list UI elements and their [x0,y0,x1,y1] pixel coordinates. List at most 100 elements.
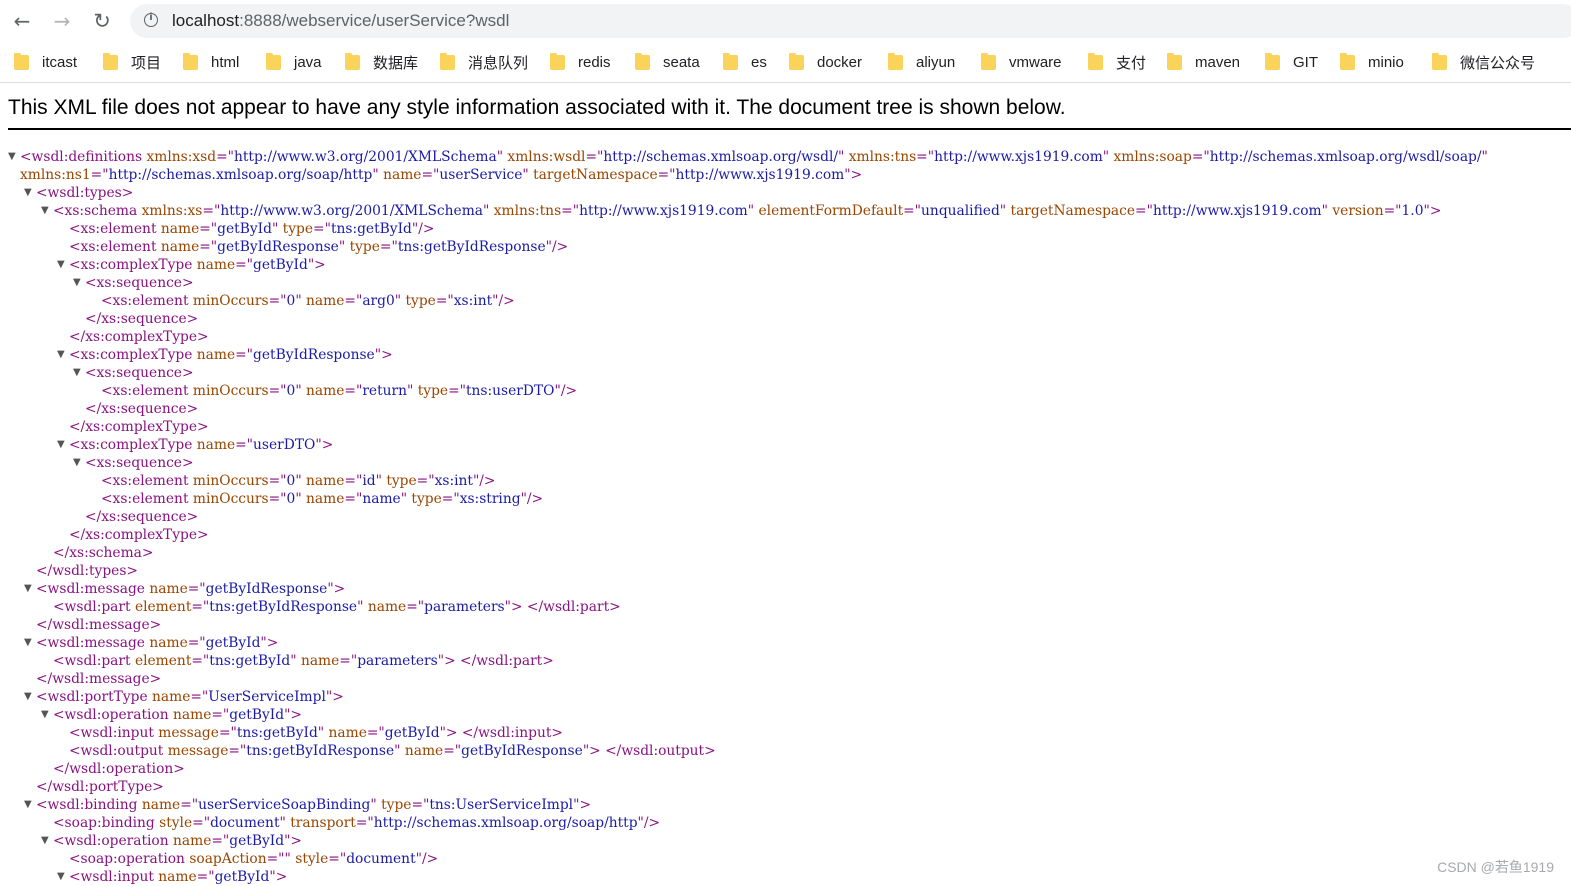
collapse-triangle-icon[interactable]: ▼ [24,580,34,598]
xml-line-text: </wsdl:types> [36,562,138,580]
xml-tag-token: <wsdl:operation [53,833,174,849]
xml-tag-token: "/> [520,491,544,507]
bookmark-item[interactable]: html [183,52,239,72]
bookmark-label: 数据库 [373,54,419,72]
xml-tag-token: <xs:complexType [69,437,197,453]
collapse-triangle-icon[interactable]: ▼ [24,688,34,706]
xml-attr-name: name [306,491,345,507]
xml-tag-token: "/> [415,851,439,867]
reload-icon[interactable]: ↻ [88,7,116,35]
address-bar[interactable]: localhost:8888/webservice/userService?ws… [130,4,1571,38]
xml-tag-token: " [372,167,384,183]
xml-attr-name: message [167,743,229,759]
bookmark-item[interactable]: 数据库 [345,52,418,72]
bookmark-label: seata [663,53,700,71]
xml-tag-token: "> [327,581,346,597]
xml-attr-name: xmlns:xs [141,203,203,219]
xml-attr-value: 0 [286,473,296,489]
bookmark-label: java [294,53,322,71]
xml-attr-value: getById [384,725,440,741]
xml-attr-name: name [160,221,200,237]
xml-line-text: <wsdl:binding name="userServiceSoapBindi… [36,796,591,814]
xml-tag-token: =" [180,797,199,813]
xml-attr-value: http://schemas.xmlsoap.org/soap/http [373,815,638,831]
bookmark-item[interactable]: 微信公众号 [1432,52,1535,72]
xml-attr-name: name [306,383,345,399]
xml-attr-name: style [159,815,193,831]
xml-line-text: </wsdl:message> [36,670,161,688]
bookmark-item[interactable]: itcast [14,52,77,72]
bookmark-item[interactable]: 支付 [1088,52,1146,72]
site-info-icon[interactable] [144,12,158,27]
folder-icon [1167,52,1182,70]
xml-attr-name: type [417,383,449,399]
xml-tag-token: </xs:sequence> [85,401,199,417]
xml-tag-token: =" [218,725,237,741]
xml-tag-token: " [357,599,368,615]
collapse-triangle-icon[interactable]: ▼ [57,868,67,886]
bookmark-label: maven [1195,53,1241,71]
collapse-triangle-icon[interactable]: ▼ [24,796,34,814]
xml-attr-name: minOccurs [192,491,269,507]
xml-line-text: <wsdl:portType name="UserServiceImpl"> [36,688,344,706]
folder-icon [103,52,118,70]
xml-tag-token: =" [266,851,285,867]
xml-attr-value: http://schemas.xmlsoap.org/wsdl/soap/ [1209,149,1482,165]
collapse-triangle-icon[interactable]: ▼ [24,184,34,202]
xml-tag-token: =" [421,167,440,183]
collapse-triangle-icon[interactable]: ▼ [73,454,83,472]
collapse-triangle-icon[interactable]: ▼ [57,346,67,364]
bookmark-item[interactable]: minio [1340,52,1404,72]
bookmark-item[interactable]: redis [550,52,611,72]
xml-attr-name: type [349,239,380,255]
collapse-triangle-icon[interactable]: ▼ [8,148,18,166]
bookmark-item[interactable]: aliyun [888,52,955,72]
xml-attr-value: tns:userDTO [466,383,555,399]
xml-attr-name: name [141,797,181,813]
collapse-triangle-icon[interactable]: ▼ [41,202,51,220]
xml-tag-token: =" [199,221,218,237]
xml-tag-token: <xs:schema [53,203,142,219]
xml-attr-value: userServiceSoapBinding [198,797,371,813]
browser-toolbar: ← → ↻ localhost:8888/webservice/userServ… [0,0,1571,42]
collapse-triangle-icon[interactable]: ▼ [57,436,67,454]
collapse-triangle-icon[interactable]: ▼ [73,274,83,292]
bookmark-item[interactable]: java [266,52,322,72]
xml-attr-name: name [158,869,197,885]
bookmark-item[interactable]: GIT [1265,52,1318,72]
back-arrow-icon[interactable]: ← [8,7,36,35]
xml-attr-value: http://www.xjs1919.com [934,149,1103,165]
xml-attr-value: getById [253,257,308,273]
xml-attr-name: type [386,473,417,489]
xml-attr-value: http://schemas.xmlsoap.org/wsdl/ [603,149,839,165]
collapse-triangle-icon[interactable]: ▼ [41,832,51,850]
collapse-triangle-icon[interactable]: ▼ [24,634,34,652]
xml-line-text: <wsdl:message name="getByIdResponse"> [36,580,345,598]
xml-attr-value: UserServiceImpl [208,689,326,705]
collapse-triangle-icon[interactable]: ▼ [57,256,67,274]
bookmark-item[interactable]: 项目 [103,52,161,72]
xml-attr-value: return [362,383,407,399]
xml-tag-token: " [1102,149,1114,165]
xml-tag-token: =" [235,257,254,273]
bookmark-item[interactable]: maven [1167,52,1240,72]
xml-attr-value: http://www.xjs1919.com [675,167,845,183]
xml-attr-value: tns:getByIdResponse [209,599,358,615]
xml-tag-token: </xs:complexType> [69,329,209,345]
bookmark-item[interactable]: es [723,52,767,72]
bookmark-item[interactable]: seata [635,52,700,72]
xml-tag-token: <xs:sequence> [85,275,194,291]
bookmark-item[interactable]: docker [789,52,862,72]
bookmark-item[interactable]: 消息队列 [440,52,528,72]
xml-tag-token: "/> [472,473,496,489]
collapse-triangle-icon[interactable]: ▼ [41,706,51,724]
xml-tag-token: <xs:element [101,491,193,507]
xml-tag-token: =" [268,491,287,507]
forward-arrow-icon[interactable]: → [48,7,76,35]
bookmark-label: 微信公众号 [1460,54,1536,72]
collapse-triangle-icon[interactable]: ▼ [73,364,83,382]
url-text[interactable]: localhost:8888/webservice/userService?ws… [172,11,509,31]
bookmark-item[interactable]: vmware [981,52,1062,72]
xml-line-text: <xs:schema xmlns:xs="http://www.w3.org/2… [53,202,1441,220]
xml-tag-token: <xs:element [101,293,193,309]
